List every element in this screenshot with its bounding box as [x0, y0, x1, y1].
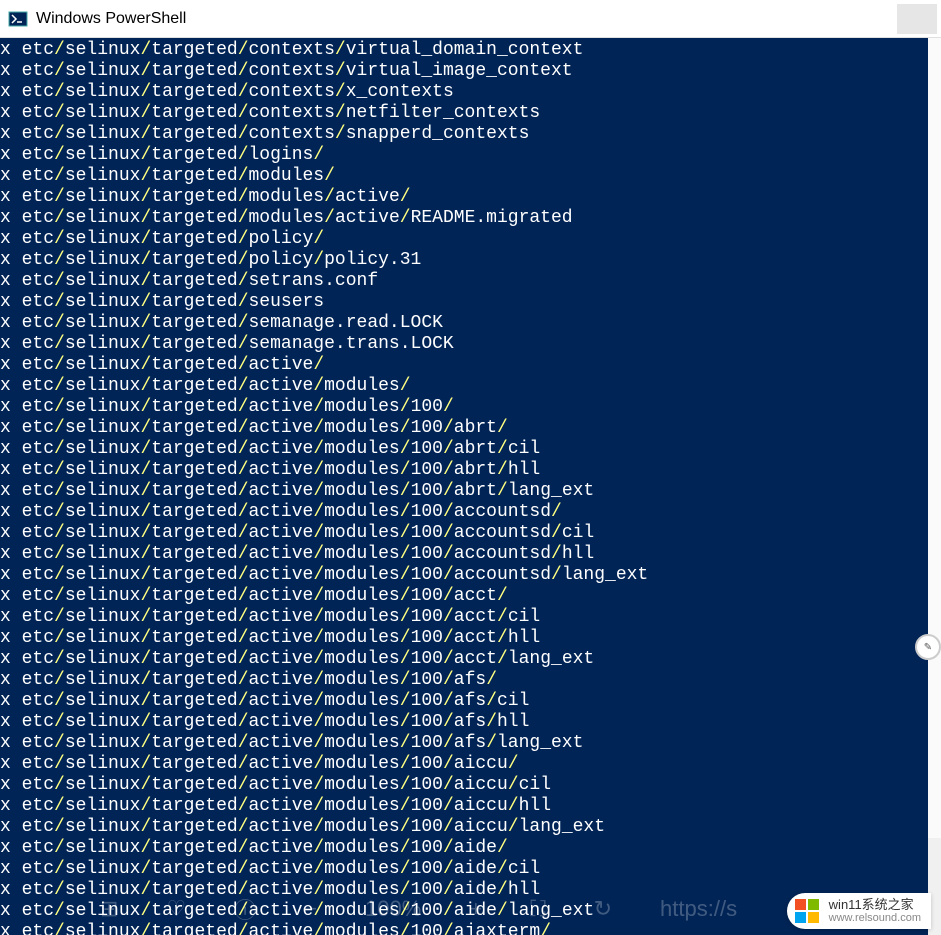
- terminal-line: x etc/selinux/targeted/active/modules/10…: [0, 607, 928, 628]
- url-fragment: https://s: [660, 896, 737, 922]
- terminal-line: x etc/selinux/targeted/seusers: [0, 292, 928, 313]
- zoom-in-icon[interactable]: +: [469, 896, 482, 922]
- terminal-line: x etc/selinux/targeted/policy/policy.31: [0, 250, 928, 271]
- terminal-line: x etc/selinux/targeted/contexts/snapperd…: [0, 124, 928, 145]
- terminal-line: x etc/selinux/targeted/active/modules/10…: [0, 397, 928, 418]
- rotate-icon[interactable]: ↻: [594, 896, 612, 922]
- terminal-line: x etc/selinux/targeted/active/modules/10…: [0, 775, 928, 796]
- watermark-logo-icon: [793, 897, 821, 925]
- viewer-toolbar: ⊞ ♡ ⓘ − 100% + ⛶ ↻ https://s: [100, 893, 737, 925]
- powershell-icon: [8, 9, 28, 29]
- terminal-line: x etc/selinux/targeted/active/modules/10…: [0, 439, 928, 460]
- terminal-line: x etc/selinux/targeted/active/modules/10…: [0, 649, 928, 670]
- terminal-line: x etc/selinux/targeted/modules/active/RE…: [0, 208, 928, 229]
- terminal-line: x etc/selinux/targeted/active/modules/10…: [0, 733, 928, 754]
- terminal-line: x etc/selinux/targeted/active/: [0, 355, 928, 376]
- window-title: Windows PowerShell: [36, 10, 186, 28]
- terminal-line: x etc/selinux/targeted/modules/: [0, 166, 928, 187]
- info-icon[interactable]: ⓘ: [234, 893, 256, 925]
- grid-icon[interactable]: ⊞: [100, 896, 118, 922]
- terminal-line: x etc/selinux/targeted/active/modules/10…: [0, 565, 928, 586]
- terminal-line: x etc/selinux/targeted/contexts/x_contex…: [0, 82, 928, 103]
- terminal-line: x etc/selinux/targeted/active/modules/10…: [0, 502, 928, 523]
- window-titlebar: Windows PowerShell: [0, 0, 941, 38]
- terminal-line: x etc/selinux/targeted/active/modules/10…: [0, 670, 928, 691]
- terminal-line: x etc/selinux/targeted/contexts/netfilte…: [0, 103, 928, 124]
- terminal-line: x etc/selinux/targeted/active/modules/10…: [0, 859, 928, 880]
- terminal-line: x etc/selinux/targeted/active/modules/10…: [0, 418, 928, 439]
- watermark-badge: win11系统之家 www.relsound.com: [787, 893, 931, 929]
- minimize-button[interactable]: [897, 4, 937, 34]
- terminal-line: x etc/selinux/targeted/active/modules/10…: [0, 544, 928, 565]
- terminal-line: x etc/selinux/targeted/active/modules/10…: [0, 628, 928, 649]
- terminal-line: x etc/selinux/targeted/active/modules/10…: [0, 838, 928, 859]
- terminal-line: x etc/selinux/targeted/active/modules/10…: [0, 481, 928, 502]
- terminal-line: x etc/selinux/targeted/active/modules/10…: [0, 754, 928, 775]
- terminal-line: x etc/selinux/targeted/active/modules/10…: [0, 460, 928, 481]
- terminal-line: x etc/selinux/targeted/semanage.read.LOC…: [0, 313, 928, 334]
- heart-icon[interactable]: ♡: [166, 896, 186, 922]
- terminal-line: x etc/selinux/targeted/active/modules/10…: [0, 712, 928, 733]
- terminal-line: x etc/selinux/targeted/semanage.trans.LO…: [0, 334, 928, 355]
- terminal-line: x etc/selinux/targeted/contexts/virtual_…: [0, 40, 928, 61]
- terminal-line: x etc/selinux/targeted/active/modules/10…: [0, 523, 928, 544]
- terminal-line: x etc/selinux/targeted/active/modules/: [0, 376, 928, 397]
- terminal-line: x etc/selinux/targeted/logins/: [0, 145, 928, 166]
- bg-sidebar-strip: [928, 38, 941, 838]
- zoom-level: 100%: [365, 896, 421, 922]
- terminal-line: x etc/selinux/targeted/active/modules/10…: [0, 817, 928, 838]
- terminal-line: x etc/selinux/targeted/policy/: [0, 229, 928, 250]
- fullscreen-icon[interactable]: ⛶: [530, 896, 545, 922]
- terminal-line: x etc/selinux/targeted/modules/active/: [0, 187, 928, 208]
- terminal-output[interactable]: x etc/selinux/targeted/contexts/virtual_…: [0, 38, 928, 935]
- watermark-url: www.relsound.com: [829, 912, 921, 924]
- watermark-title: win11系统之家: [829, 898, 921, 912]
- terminal-line: x etc/selinux/targeted/active/modules/10…: [0, 691, 928, 712]
- terminal-line: x etc/selinux/targeted/setrans.conf: [0, 271, 928, 292]
- terminal-line: x etc/selinux/targeted/active/modules/10…: [0, 796, 928, 817]
- terminal-line: x etc/selinux/targeted/contexts/virtual_…: [0, 61, 928, 82]
- side-badge-icon[interactable]: ✎: [915, 634, 941, 660]
- terminal-line: x etc/selinux/targeted/active/modules/10…: [0, 586, 928, 607]
- zoom-out-icon[interactable]: −: [304, 896, 317, 922]
